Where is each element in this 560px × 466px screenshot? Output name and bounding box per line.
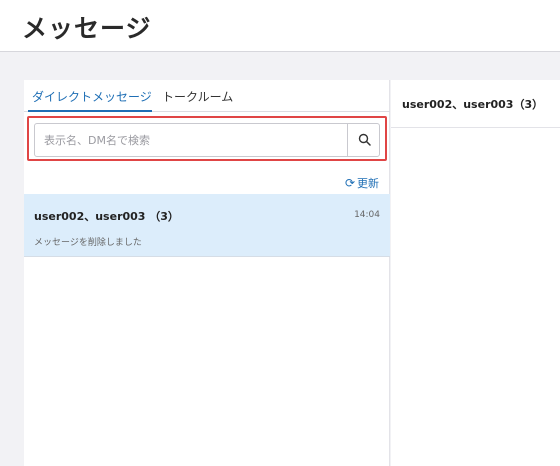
page-title: メッセージ: [22, 14, 152, 43]
conversation-name: user002、user003 （3）: [34, 210, 179, 223]
tab-direct-message[interactable]: ダイレクトメッセージ: [32, 88, 152, 105]
tab-bar: ダイレクトメッセージ トークルーム: [24, 80, 390, 112]
conversation-list-panel: ダイレクトメッセージ トークルーム ⟳更新 user002、user003 （3…: [24, 80, 390, 466]
refresh-button[interactable]: ⟳ 更新: [345, 175, 379, 191]
conversation-detail-panel: user002、user003（3）: [391, 80, 560, 466]
search-input[interactable]: [35, 124, 347, 156]
refresh-icon: ⟳: [344, 176, 355, 190]
search-icon: [358, 133, 371, 146]
detail-header: user002、user003（3）: [391, 80, 560, 128]
page-header: メッセージ: [0, 0, 560, 52]
active-tab-indicator: [28, 110, 152, 112]
conversation-item[interactable]: user002、user003 （3） 14:04 メッセージを削除しました: [24, 194, 390, 257]
conversation-time: 14:04: [354, 210, 380, 220]
tab-talk-room[interactable]: トークルーム: [162, 88, 233, 105]
detail-title: user002、user003（3）: [402, 98, 544, 111]
conversation-preview: メッセージを削除しました: [34, 238, 142, 248]
refresh-label: 更新: [357, 177, 379, 190]
search-box: [34, 123, 380, 157]
search-button[interactable]: [347, 124, 380, 156]
